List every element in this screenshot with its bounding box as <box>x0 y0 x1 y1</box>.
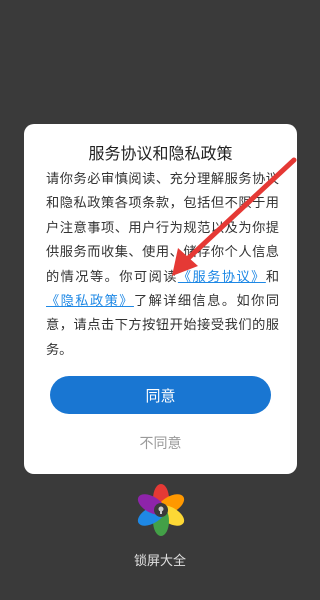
service-agreement-link[interactable]: 《服务协议》 <box>178 270 266 285</box>
body-intro: 请你务必审慎阅读、充分理解服务协议和隐私政策各项条款，包括但不限于用户注意事项、… <box>46 172 279 285</box>
dialog-title: 服务协议和隐私政策 <box>88 144 233 163</box>
agree-button[interactable]: 同意 <box>50 376 271 414</box>
privacy-policy-link[interactable]: 《隐私政策》 <box>46 294 134 309</box>
app-logo-icon <box>137 484 185 536</box>
app-name: 锁屏大全 <box>133 554 186 569</box>
disagree-button[interactable]: 不同意 <box>24 432 297 456</box>
dialog-body: 请你务必审慎阅读、充分理解服务协议和隐私政策各项条款，包括但不限于用户注意事项、… <box>46 168 279 363</box>
body-connector: 和 <box>265 269 280 285</box>
privacy-dialog: 服务协议和隐私政策 请你务必审慎阅读、充分理解服务协议和隐私政策各项条款，包括但… <box>24 124 297 474</box>
